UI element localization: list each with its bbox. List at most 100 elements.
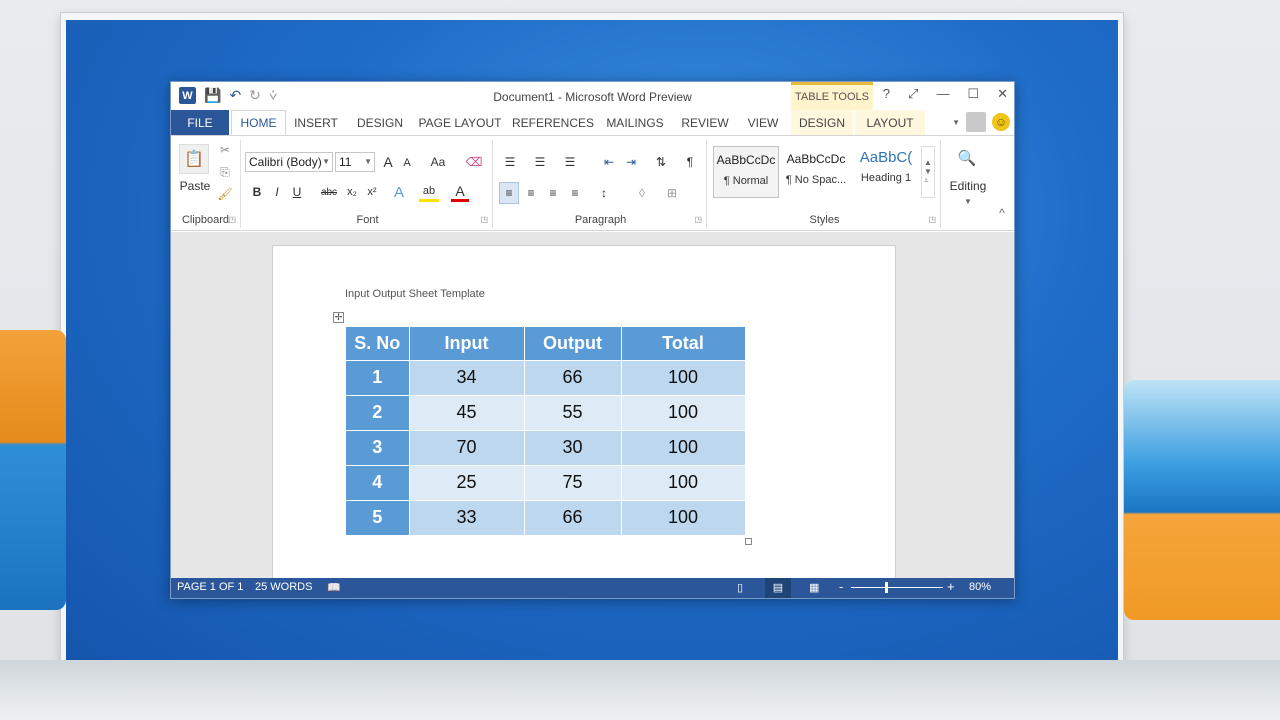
align-center-button[interactable]: ≡: [521, 182, 541, 204]
bold-button[interactable]: B: [249, 182, 265, 202]
maximize-button[interactable]: ☐: [967, 86, 979, 102]
page-count[interactable]: PAGE 1 OF 1: [177, 581, 243, 593]
tab-references[interactable]: REFERENCES: [512, 110, 594, 135]
styles-gallery-scroll[interactable]: ▲ ▼ ⩡: [921, 146, 935, 198]
table-cell[interactable]: 3: [346, 429, 410, 465]
read-mode-icon[interactable]: ▯: [737, 581, 743, 594]
copy-icon[interactable]: ⎘: [217, 164, 233, 180]
cut-icon[interactable]: ✂: [217, 142, 233, 158]
table-cell[interactable]: 100: [621, 359, 746, 395]
tab-review[interactable]: REVIEW: [677, 110, 733, 135]
table-cell[interactable]: 100: [621, 429, 746, 465]
table-cell[interactable]: 5: [346, 499, 410, 535]
close-button[interactable]: ✕: [997, 86, 1008, 102]
header-total[interactable]: Total: [621, 327, 746, 360]
underline-button[interactable]: U: [289, 182, 305, 202]
print-layout-icon[interactable]: ▤: [765, 578, 791, 598]
table-cell[interactable]: 2: [346, 394, 410, 430]
change-case-button[interactable]: Aa: [425, 152, 451, 172]
clear-formatting-icon[interactable]: ⌫: [465, 152, 483, 172]
font-name-box[interactable]: Calibri (Body) ▼: [245, 152, 333, 172]
table-cell[interactable]: 30: [524, 429, 622, 465]
line-spacing-button[interactable]: ↕: [593, 182, 615, 204]
ribbon-display-options-button[interactable]: ⤢: [908, 86, 918, 102]
account-dropdown-icon[interactable]: ▼: [952, 118, 960, 127]
table-cell[interactable]: 66: [524, 499, 622, 535]
style-no-spacing[interactable]: AaBbCcDc ¶ No Spac...: [783, 146, 849, 198]
decrease-indent-button[interactable]: ⇤: [599, 152, 619, 172]
grow-font-button[interactable]: A: [379, 152, 397, 172]
table-cell[interactable]: 4: [346, 464, 410, 500]
tab-page-layout[interactable]: PAGE LAYOUT: [416, 110, 504, 135]
zoom-out-button[interactable]: -: [839, 579, 843, 594]
minimize-button[interactable]: —: [936, 86, 949, 102]
multilevel-list-button[interactable]: ☰: [559, 152, 581, 172]
feedback-smiley-icon[interactable]: ☺: [992, 113, 1010, 131]
bullets-button[interactable]: ☰: [499, 152, 521, 172]
proofing-icon[interactable]: 📖: [327, 581, 341, 594]
shrink-font-button[interactable]: A: [399, 154, 415, 172]
tab-home[interactable]: HOME: [231, 110, 286, 135]
align-left-button[interactable]: ≡: [499, 182, 519, 204]
zoom-slider[interactable]: [851, 587, 943, 588]
superscript-button[interactable]: x²: [363, 182, 381, 202]
borders-button[interactable]: ⊞: [661, 182, 683, 204]
paste-button[interactable]: Paste: [175, 178, 215, 194]
table-cell[interactable]: 100: [621, 394, 746, 430]
header-input[interactable]: Input: [409, 327, 525, 360]
style-normal[interactable]: AaBbCcDc ¶ Normal: [713, 146, 779, 198]
document-page[interactable]: Input Output Sheet Template ✢ S. No Inpu…: [272, 245, 896, 578]
editing-button[interactable]: Editing: [943, 178, 993, 194]
style-heading-1[interactable]: AaBbC( Heading 1: [853, 146, 919, 198]
shading-button[interactable]: ◊: [631, 182, 653, 204]
word-count[interactable]: 25 WORDS: [255, 581, 312, 593]
table-cell[interactable]: 75: [524, 464, 622, 500]
tab-table-design[interactable]: DESIGN: [791, 110, 853, 135]
table-resize-handle[interactable]: [745, 538, 752, 545]
tab-view[interactable]: VIEW: [740, 110, 786, 135]
header-sno[interactable]: S. No: [346, 327, 410, 360]
font-launcher-icon[interactable]: ◳: [480, 215, 488, 224]
highlight-color-button[interactable]: ab: [419, 182, 439, 202]
subscript-button[interactable]: x₂: [343, 182, 361, 202]
zoom-slider-thumb[interactable]: [885, 582, 888, 593]
show-formatting-button[interactable]: ¶: [681, 152, 699, 172]
table-cell[interactable]: 70: [409, 429, 525, 465]
numbering-button[interactable]: ☰: [529, 152, 551, 172]
collapse-ribbon-button[interactable]: ^: [995, 206, 1009, 220]
tab-mailings[interactable]: MAILINGS: [601, 110, 669, 135]
table-cell[interactable]: 100: [621, 499, 746, 535]
sort-button[interactable]: ⇅: [651, 152, 671, 172]
zoom-level[interactable]: 80%: [969, 581, 991, 593]
table-cell[interactable]: 55: [524, 394, 622, 430]
table-cell[interactable]: 45: [409, 394, 525, 430]
table-cell[interactable]: 34: [409, 359, 525, 395]
table-move-handle-icon[interactable]: ✢: [333, 312, 344, 323]
header-output[interactable]: Output: [524, 327, 622, 360]
table-cell[interactable]: 100: [621, 464, 746, 500]
editing-dropdown-icon[interactable]: ▼: [961, 196, 975, 206]
font-color-button[interactable]: A: [451, 182, 469, 202]
paste-icon[interactable]: 📋: [179, 144, 209, 174]
text-effects-button[interactable]: A: [389, 182, 409, 202]
table-cell[interactable]: 66: [524, 359, 622, 395]
table-cell[interactable]: 33: [409, 499, 525, 535]
avatar[interactable]: [966, 112, 986, 132]
italic-button[interactable]: I: [269, 182, 285, 202]
strikethrough-button[interactable]: abc: [319, 182, 339, 202]
table-cell[interactable]: 25: [409, 464, 525, 500]
tab-design[interactable]: DESIGN: [351, 110, 409, 135]
justify-button[interactable]: ≡: [565, 182, 585, 204]
help-button[interactable]: ?: [883, 86, 890, 102]
styles-launcher-icon[interactable]: ◳: [928, 215, 936, 224]
data-table[interactable]: S. No Input Output Total 1 34 66 100 2 4…: [346, 327, 746, 535]
paragraph-launcher-icon[interactable]: ◳: [694, 215, 702, 224]
tab-insert[interactable]: INSERT: [288, 110, 344, 135]
tab-table-layout[interactable]: LAYOUT: [855, 110, 925, 135]
align-right-button[interactable]: ≡: [543, 182, 563, 204]
increase-indent-button[interactable]: ⇥: [621, 152, 641, 172]
tab-file[interactable]: FILE: [171, 110, 229, 135]
document-heading[interactable]: Input Output Sheet Template: [345, 288, 485, 300]
zoom-in-button[interactable]: +: [947, 579, 955, 594]
table-cell[interactable]: 1: [346, 359, 410, 395]
